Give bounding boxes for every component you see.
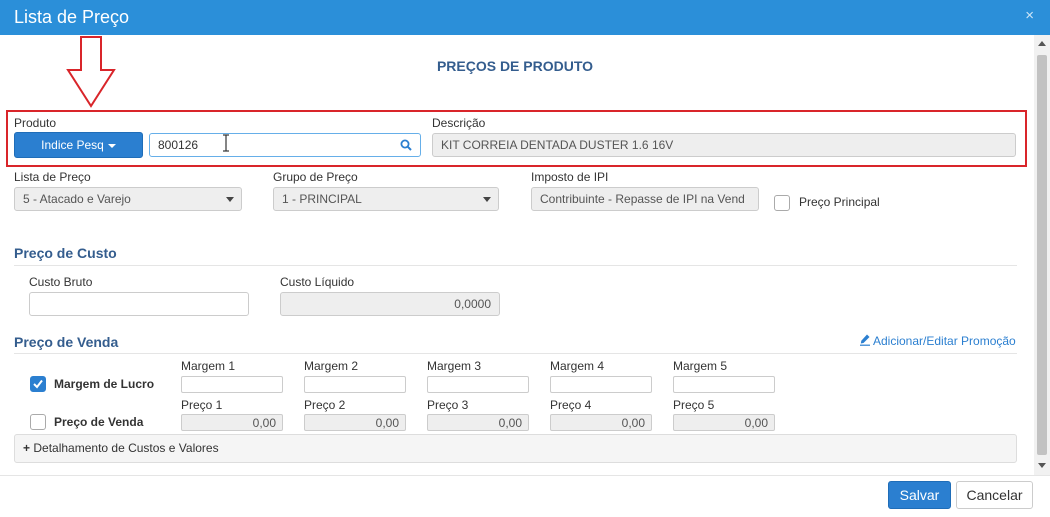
checkmark-icon (33, 379, 43, 389)
margem-1-label: Margem 1 (181, 359, 236, 373)
custo-liquido-field[interactable]: 0,0000 (280, 292, 500, 316)
preco-venda-section-title: Preço de Venda (14, 334, 119, 350)
divider (14, 265, 1017, 266)
pencil-icon (860, 334, 870, 346)
page-title: PREÇOS DE PRODUTO (436, 58, 594, 74)
promo-link-label: Adicionar/Editar Promoção (873, 334, 1016, 348)
produto-label: Produto (14, 116, 57, 130)
dropdown-arrow-icon (226, 197, 234, 202)
detalhamento-label: Detalhamento de Custos e Valores (33, 441, 219, 455)
imposto-ipi-field[interactable]: Contribuinte - Repasse de IPI na Vend (531, 187, 759, 211)
preco-1-field[interactable]: 0,00 (181, 414, 283, 431)
promo-link[interactable]: Adicionar/Editar Promoção (860, 334, 1016, 348)
margem-4-label: Margem 4 (550, 359, 605, 373)
window-title: Lista de Preço (14, 7, 130, 27)
preco-3-label: Preço 3 (427, 398, 469, 412)
margem-lucro-label: Margem de Lucro (54, 377, 155, 391)
scroll-down-icon[interactable] (1038, 463, 1046, 468)
divider (14, 353, 1017, 354)
detalhamento-panel-header[interactable]: + Detalhamento de Custos e Valores (14, 434, 1017, 463)
chevron-down-icon (107, 143, 116, 148)
dropdown-arrow-icon (483, 197, 491, 202)
product-code-input[interactable]: 800126 (149, 133, 421, 157)
preco-2-label: Preço 2 (304, 398, 346, 412)
margem-2-input[interactable] (304, 376, 406, 393)
custo-liquido-label: Custo Líquido (280, 275, 355, 289)
preco-4-field[interactable]: 0,00 (550, 414, 652, 431)
search-mode-label: Indice Pesq (41, 138, 104, 152)
product-code-value: 800126 (158, 138, 199, 152)
preco-principal-checkbox[interactable] (774, 195, 790, 211)
scroll-up-icon[interactable] (1038, 41, 1046, 46)
margem-5-label: Margem 5 (673, 359, 728, 373)
preco-1-label: Preço 1 (181, 398, 223, 412)
lista-preco-value: 5 - Atacado e Varejo (23, 192, 131, 206)
preco-custo-section-title: Preço de Custo (14, 245, 117, 261)
preco-3-field[interactable]: 0,00 (427, 414, 529, 431)
preco-venda-option-label: Preço de Venda (54, 415, 144, 429)
grupo-preco-label: Grupo de Preço (273, 170, 358, 184)
lista-preco-select[interactable]: 5 - Atacado e Varejo (14, 187, 242, 211)
text-cursor-icon (223, 134, 229, 152)
grupo-preco-value: 1 - PRINCIPAL (282, 192, 362, 206)
save-button[interactable]: Salvar (888, 481, 951, 509)
vertical-scrollbar[interactable] (1034, 35, 1050, 475)
close-icon[interactable]: × (1025, 7, 1034, 24)
margem-3-label: Margem 3 (427, 359, 482, 373)
preco-5-field[interactable]: 0,00 (673, 414, 775, 431)
margem-4-input[interactable] (550, 376, 652, 393)
preco-4-label: Preço 4 (550, 398, 592, 412)
plus-icon: + (23, 441, 31, 455)
margem-3-input[interactable] (427, 376, 529, 393)
lista-preco-label: Lista de Preço (14, 170, 91, 184)
custo-bruto-label: Custo Bruto (29, 275, 93, 289)
search-mode-dropdown-button[interactable]: Indice Pesq (14, 132, 143, 158)
margem-1-input[interactable] (181, 376, 283, 393)
margem-2-label: Margem 2 (304, 359, 359, 373)
cancel-button[interactable]: Cancelar (956, 481, 1033, 509)
search-icon[interactable] (400, 139, 412, 151)
grupo-preco-select[interactable]: 1 - PRINCIPAL (273, 187, 499, 211)
descricao-field[interactable]: KIT CORREIA DENTADA DUSTER 1.6 16V (432, 133, 1016, 157)
annotation-arrow-icon (66, 36, 116, 108)
custo-bruto-input[interactable] (29, 292, 249, 316)
preco-5-label: Preço 5 (673, 398, 715, 412)
descricao-label: Descrição (432, 116, 486, 130)
preco-2-field[interactable]: 0,00 (304, 414, 406, 431)
preco-venda-checkbox[interactable] (30, 414, 46, 430)
preco-principal-label: Preço Principal (799, 195, 880, 209)
imposto-ipi-label: Imposto de IPI (531, 170, 609, 184)
margem-lucro-checkbox[interactable] (30, 376, 46, 392)
margem-5-input[interactable] (673, 376, 775, 393)
footer-divider (0, 475, 1050, 476)
scrollbar-thumb[interactable] (1037, 55, 1047, 455)
window-titlebar: Lista de Preço × (0, 0, 1050, 35)
